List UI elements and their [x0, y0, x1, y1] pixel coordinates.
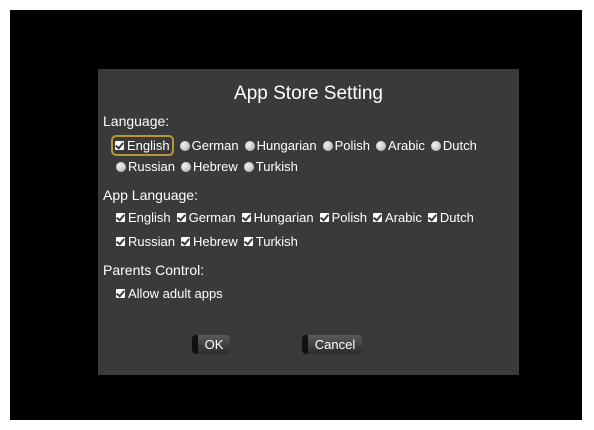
checkbox-icon — [241, 213, 251, 222]
cancel-button[interactable]: Cancel — [302, 335, 362, 354]
checkbox-icon — [116, 237, 125, 246]
tv-screen: App Store Setting Language: English Germ… — [10, 10, 582, 420]
radio-icon — [430, 140, 441, 151]
app-language-label: App Language: — [103, 187, 198, 203]
language-option-german[interactable]: German — [179, 138, 239, 153]
app-language-option-english[interactable]: English — [116, 210, 171, 225]
checkbox-icon — [116, 289, 125, 298]
check-icon — [115, 141, 124, 150]
language-row-1: English German Hungarian Polish Arabic D… — [111, 135, 483, 156]
checkbox-icon — [116, 213, 125, 222]
app-store-setting-dialog: App Store Setting Language: English Germ… — [98, 69, 519, 375]
app-language-option-arabic[interactable]: Arabic — [373, 210, 422, 225]
app-language-option-polish[interactable]: Polish — [319, 210, 367, 225]
checkbox-icon — [319, 213, 329, 222]
checkbox-icon — [176, 213, 186, 222]
language-option-arabic[interactable]: Arabic — [376, 138, 425, 153]
app-language-option-russian[interactable]: Russian — [116, 234, 175, 249]
radio-icon — [179, 140, 190, 151]
allow-adult-apps-checkbox[interactable]: Allow adult apps — [116, 286, 223, 301]
radio-icon — [322, 140, 333, 151]
language-option-hebrew[interactable]: Hebrew — [180, 159, 238, 174]
checkbox-icon — [373, 213, 383, 222]
parents-control-row: Allow adult apps — [116, 286, 229, 301]
checkbox-icon — [243, 237, 253, 246]
app-language-row-1: English German Hungarian Polish Arabic D… — [116, 210, 480, 225]
app-language-option-turkish[interactable]: Turkish — [243, 234, 298, 249]
ok-button[interactable]: OK — [192, 335, 230, 354]
radio-icon — [376, 140, 387, 151]
language-option-turkish[interactable]: Turkish — [243, 159, 298, 174]
language-option-russian[interactable]: Russian — [116, 159, 175, 174]
language-option-english[interactable]: English — [111, 135, 174, 156]
app-language-row-2: Russian Hebrew Turkish — [116, 234, 304, 249]
app-language-option-german[interactable]: German — [176, 210, 236, 225]
language-option-dutch[interactable]: Dutch — [430, 138, 477, 153]
language-option-polish[interactable]: Polish — [322, 138, 370, 153]
language-row-2: Russian Hebrew Turkish — [116, 159, 304, 174]
radio-icon — [244, 140, 255, 151]
radio-icon — [116, 161, 126, 172]
radio-icon — [180, 161, 191, 172]
app-language-option-hebrew[interactable]: Hebrew — [180, 234, 238, 249]
parents-control-label: Parents Control: — [103, 262, 205, 278]
app-language-option-dutch[interactable]: Dutch — [427, 210, 474, 225]
checkbox-icon — [427, 213, 437, 222]
checkbox-icon — [180, 237, 190, 246]
language-option-hungarian[interactable]: Hungarian — [244, 138, 317, 153]
app-language-option-hungarian[interactable]: Hungarian — [241, 210, 314, 225]
radio-icon — [243, 161, 254, 172]
language-label: Language: — [103, 113, 170, 129]
dialog-title: App Store Setting — [234, 83, 383, 104]
